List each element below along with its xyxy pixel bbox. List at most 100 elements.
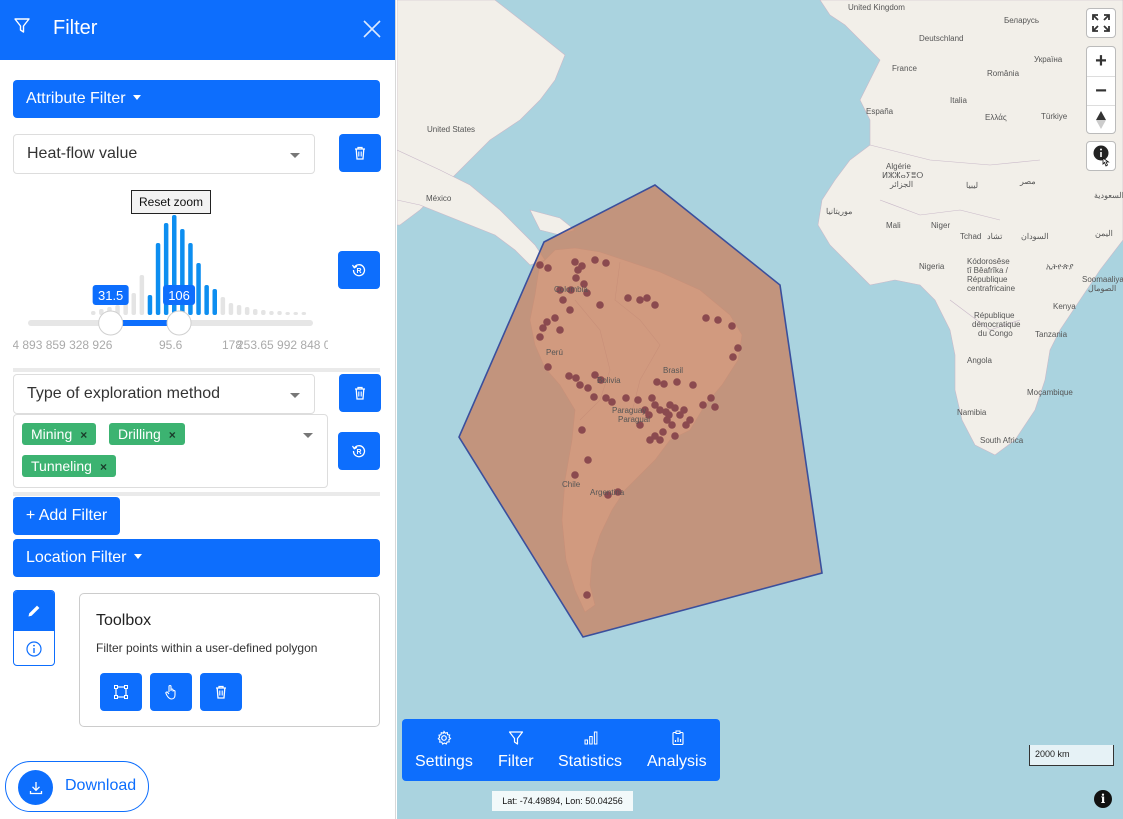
data-point[interactable] (651, 301, 659, 309)
range-handle-low[interactable] (98, 310, 124, 336)
toolbar-filter[interactable]: Filter (486, 719, 546, 781)
select-polygon-button[interactable] (100, 673, 142, 711)
data-point[interactable] (729, 353, 737, 361)
map-label: اليمن (1095, 229, 1113, 238)
map-view[interactable]: United Kingdom Deutschland Беларусь France R… (397, 0, 1123, 819)
data-point[interactable] (576, 381, 584, 389)
histogram-bar (147, 295, 153, 315)
add-filter-button[interactable]: + Add Filter (13, 497, 120, 535)
data-point[interactable] (643, 294, 651, 302)
data-point[interactable] (544, 264, 552, 272)
data-point[interactable] (624, 294, 632, 302)
reset-heat-flow-button[interactable]: R (338, 251, 380, 289)
data-point[interactable] (656, 436, 664, 444)
reset-zoom-button[interactable]: Reset zoom (131, 190, 211, 214)
data-point[interactable] (659, 428, 667, 436)
data-point[interactable] (596, 301, 604, 309)
data-point[interactable] (584, 384, 592, 392)
data-point[interactable] (572, 274, 580, 282)
data-point[interactable] (571, 258, 579, 266)
data-point[interactable] (734, 344, 742, 352)
data-point[interactable] (565, 372, 573, 380)
data-point[interactable] (634, 396, 642, 404)
map-label: Chile (562, 480, 581, 489)
data-point[interactable] (646, 436, 654, 444)
data-point[interactable] (665, 411, 673, 419)
zoom-out-button[interactable]: − (1087, 76, 1115, 105)
data-point[interactable] (578, 262, 586, 270)
close-icon[interactable] (362, 19, 382, 39)
data-point[interactable] (668, 421, 676, 429)
data-point[interactable] (728, 322, 736, 330)
data-point[interactable] (559, 296, 567, 304)
data-point[interactable] (660, 380, 668, 388)
pencil-icon (28, 605, 40, 617)
data-point[interactable] (671, 404, 679, 412)
remove-tag-icon[interactable]: × (100, 460, 107, 474)
exploration-method-select[interactable]: Type of exploration method (13, 374, 315, 414)
remove-tag-icon[interactable]: × (80, 428, 87, 442)
data-point[interactable] (591, 256, 599, 264)
fullscreen-button[interactable] (1086, 8, 1116, 38)
toolbar-statistics[interactable]: Statistics (546, 719, 636, 781)
data-point[interactable] (671, 432, 679, 440)
data-point[interactable] (707, 394, 715, 402)
range-handle-high[interactable] (166, 310, 192, 336)
location-filter-dropdown[interactable]: Location Filter (13, 539, 380, 577)
data-point[interactable] (673, 378, 681, 386)
histogram-bar (131, 293, 136, 315)
data-point[interactable] (566, 306, 574, 314)
toolbar-analysis[interactable]: Analysis (636, 719, 720, 781)
toolbar-settings[interactable]: Settings (402, 719, 486, 781)
download-button[interactable]: Download (5, 761, 149, 812)
data-point[interactable] (653, 378, 661, 386)
data-point[interactable] (636, 296, 644, 304)
panel-title: Filter (53, 17, 98, 39)
delete-exploration-filter-button[interactable] (339, 374, 381, 412)
data-point[interactable] (544, 363, 552, 371)
histogram-bar (236, 305, 242, 315)
data-point[interactable] (572, 374, 580, 382)
data-point[interactable] (608, 398, 616, 406)
data-point[interactable] (622, 394, 630, 402)
bottom-toolbar: Settings Filter Statistics Analysis (402, 719, 720, 781)
data-point[interactable] (539, 324, 547, 332)
bar-chart-icon (584, 731, 598, 745)
histogram-bar (139, 275, 145, 315)
heat-flow-select[interactable]: Heat-flow value (13, 134, 315, 174)
data-point[interactable] (680, 406, 688, 414)
map-info-button[interactable] (1086, 141, 1116, 171)
data-point[interactable] (602, 259, 610, 267)
draw-info-button[interactable] (14, 631, 54, 665)
data-point[interactable] (536, 333, 544, 341)
data-point[interactable] (584, 456, 592, 464)
delete-heat-flow-filter-button[interactable] (339, 134, 381, 172)
data-point[interactable] (578, 426, 586, 434)
download-icon (29, 781, 42, 794)
data-point[interactable] (711, 403, 719, 411)
data-point[interactable] (702, 314, 710, 322)
reset-exploration-button[interactable]: R (338, 432, 380, 470)
data-point[interactable] (556, 326, 564, 334)
attribute-filter-dropdown[interactable]: Attribute Filter (13, 80, 380, 118)
tag-label: Mining (31, 426, 73, 442)
draw-polygon-button[interactable] (14, 591, 54, 631)
reset-north-button[interactable] (1087, 105, 1115, 134)
delete-polygon-button[interactable] (200, 673, 242, 711)
data-point[interactable] (571, 471, 579, 479)
data-point[interactable] (699, 401, 707, 409)
data-point[interactable] (590, 393, 598, 401)
data-point[interactable] (551, 314, 559, 322)
pan-mode-button[interactable] (150, 673, 192, 711)
attribution-button[interactable]: i (1094, 790, 1112, 808)
data-point[interactable] (648, 394, 656, 402)
zoom-in-button[interactable]: + (1087, 47, 1115, 76)
data-point[interactable] (583, 591, 591, 599)
data-point[interactable] (714, 316, 722, 324)
data-point[interactable] (686, 416, 694, 424)
toolbar-analysis-label: Analysis (647, 753, 707, 770)
data-point[interactable] (689, 381, 697, 389)
data-point[interactable] (536, 261, 544, 269)
tag-drilling: Drilling × (109, 423, 185, 445)
remove-tag-icon[interactable]: × (169, 428, 176, 442)
